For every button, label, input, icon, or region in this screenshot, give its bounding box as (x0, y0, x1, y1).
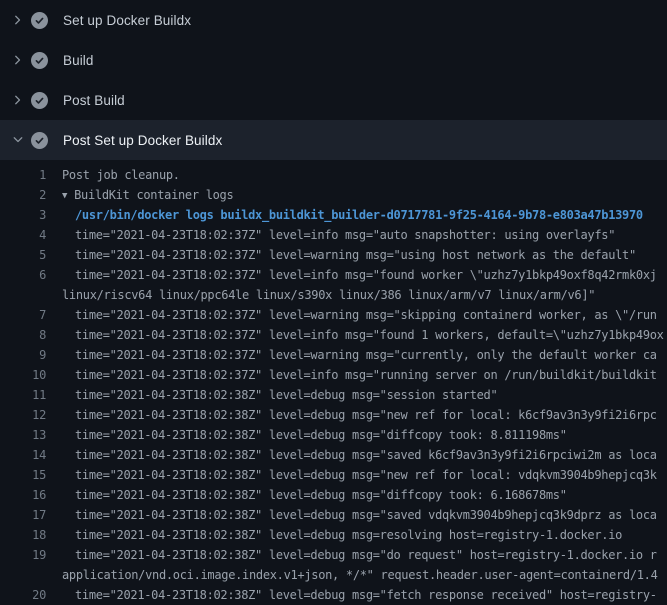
log-text: linux/riscv64 linux/ppc64le linux/s390x … (46, 285, 595, 305)
log-line: 12 time="2021-04-23T18:02:38Z" level=deb… (0, 405, 667, 425)
log-text: application/vnd.oci.image.index.v1+json,… (46, 565, 658, 585)
step-header[interactable]: Post Set up Docker Buildx (0, 120, 667, 160)
log-pane: 1 Post job cleanup. 2 ▼BuildKit containe… (0, 160, 667, 605)
log-group-toggle[interactable]: ▼BuildKit container logs (46, 185, 233, 205)
log-text: time="2021-04-23T18:02:38Z" level=debug … (46, 545, 657, 565)
log-lines: 1 Post job cleanup. 2 ▼BuildKit containe… (0, 165, 667, 605)
line-number[interactable]: 6 (0, 265, 46, 285)
check-circle-icon (31, 52, 48, 69)
line-number[interactable]: 16 (0, 485, 46, 505)
log-text: time="2021-04-23T18:02:37Z" level=warnin… (46, 345, 657, 365)
log-text: time="2021-04-23T18:02:38Z" level=debug … (46, 525, 622, 545)
log-line: 6 time="2021-04-23T18:02:37Z" level=info… (0, 265, 667, 285)
group-collapse-icon[interactable]: ▼ (62, 186, 67, 205)
log-text: Post job cleanup. (46, 165, 180, 185)
step-header[interactable]: Post Build (0, 80, 667, 120)
log-text: time="2021-04-23T18:02:37Z" level=warnin… (46, 245, 636, 265)
line-number[interactable] (0, 565, 46, 585)
step-label: Post Build (63, 93, 125, 108)
log-text: time="2021-04-23T18:02:37Z" level=info m… (46, 225, 615, 245)
check-circle-icon (31, 12, 48, 29)
line-number[interactable]: 13 (0, 425, 46, 445)
chevron-right-icon[interactable] (11, 13, 25, 27)
log-line: 4 time="2021-04-23T18:02:37Z" level=info… (0, 225, 667, 245)
log-text: time="2021-04-23T18:02:38Z" level=debug … (46, 485, 567, 505)
log-line: 18 time="2021-04-23T18:02:38Z" level=deb… (0, 525, 667, 545)
log-line: 16 time="2021-04-23T18:02:38Z" level=deb… (0, 485, 667, 505)
log-text: time="2021-04-23T18:02:38Z" level=debug … (46, 465, 657, 485)
line-number[interactable]: 5 (0, 245, 46, 265)
line-number[interactable]: 19 (0, 545, 46, 565)
line-number[interactable]: 14 (0, 445, 46, 465)
line-number[interactable]: 12 (0, 405, 46, 425)
line-number[interactable]: 10 (0, 365, 46, 385)
log-line: 8 time="2021-04-23T18:02:37Z" level=info… (0, 325, 667, 345)
log-line: 13 time="2021-04-23T18:02:38Z" level=deb… (0, 425, 667, 445)
log-line: 7 time="2021-04-23T18:02:37Z" level=warn… (0, 305, 667, 325)
line-number[interactable]: 15 (0, 465, 46, 485)
log-line: 1 Post job cleanup. (0, 165, 667, 185)
log-line: linux/riscv64 linux/ppc64le linux/s390x … (0, 285, 667, 305)
steps-list: Set up Docker Buildx Build Post Build Po… (0, 0, 667, 160)
log-line: 15 time="2021-04-23T18:02:38Z" level=deb… (0, 465, 667, 485)
log-text: time="2021-04-23T18:02:38Z" level=debug … (46, 405, 657, 425)
log-text: time="2021-04-23T18:02:37Z" level=info m… (46, 325, 664, 345)
log-line: 20 time="2021-04-23T18:02:38Z" level=deb… (0, 585, 667, 605)
log-text: time="2021-04-23T18:02:38Z" level=debug … (46, 425, 567, 445)
step-label: Post Set up Docker Buildx (63, 133, 222, 148)
log-text: time="2021-04-23T18:02:38Z" level=debug … (46, 505, 657, 525)
line-number[interactable]: 4 (0, 225, 46, 245)
log-line: 19 time="2021-04-23T18:02:38Z" level=deb… (0, 545, 667, 565)
line-number[interactable]: 3 (0, 205, 46, 225)
log-text: time="2021-04-23T18:02:38Z" level=debug … (46, 445, 657, 465)
chevron-right-icon[interactable] (11, 53, 25, 67)
log-line: 5 time="2021-04-23T18:02:37Z" level=warn… (0, 245, 667, 265)
chevron-right-icon[interactable] (11, 93, 25, 107)
step-header[interactable]: Set up Docker Buildx (0, 0, 667, 40)
line-number[interactable]: 1 (0, 165, 46, 185)
log-line: 2 ▼BuildKit container logs (0, 185, 667, 205)
log-text: time="2021-04-23T18:02:37Z" level=info m… (46, 265, 657, 285)
chevron-down-icon[interactable] (11, 133, 25, 147)
line-number[interactable]: 20 (0, 585, 46, 605)
log-line: application/vnd.oci.image.index.v1+json,… (0, 565, 667, 585)
log-line: 3 /usr/bin/docker logs buildx_buildkit_b… (0, 205, 667, 225)
line-number[interactable]: 7 (0, 305, 46, 325)
log-line: 17 time="2021-04-23T18:02:38Z" level=deb… (0, 505, 667, 525)
line-number[interactable]: 17 (0, 505, 46, 525)
step-label: Build (63, 53, 94, 68)
line-number[interactable]: 2 (0, 185, 46, 205)
log-line: 11 time="2021-04-23T18:02:38Z" level=deb… (0, 385, 667, 405)
log-text: time="2021-04-23T18:02:37Z" level=info m… (46, 365, 657, 385)
log-line: 10 time="2021-04-23T18:02:37Z" level=inf… (0, 365, 667, 385)
line-number[interactable]: 18 (0, 525, 46, 545)
line-number[interactable]: 8 (0, 325, 46, 345)
step-label: Set up Docker Buildx (63, 13, 191, 28)
log-text: time="2021-04-23T18:02:37Z" level=warnin… (46, 305, 657, 325)
log-line: 9 time="2021-04-23T18:02:37Z" level=warn… (0, 345, 667, 365)
line-number[interactable]: 11 (0, 385, 46, 405)
line-number[interactable]: 9 (0, 345, 46, 365)
line-number[interactable] (0, 285, 46, 305)
log-text: time="2021-04-23T18:02:38Z" level=debug … (46, 385, 497, 405)
command-text: /usr/bin/docker logs buildx_buildkit_bui… (46, 205, 643, 225)
check-circle-icon (31, 132, 48, 149)
log-text: time="2021-04-23T18:02:38Z" level=debug … (46, 585, 657, 605)
log-line: 14 time="2021-04-23T18:02:38Z" level=deb… (0, 445, 667, 465)
step-header[interactable]: Build (0, 40, 667, 80)
check-circle-icon (31, 92, 48, 109)
